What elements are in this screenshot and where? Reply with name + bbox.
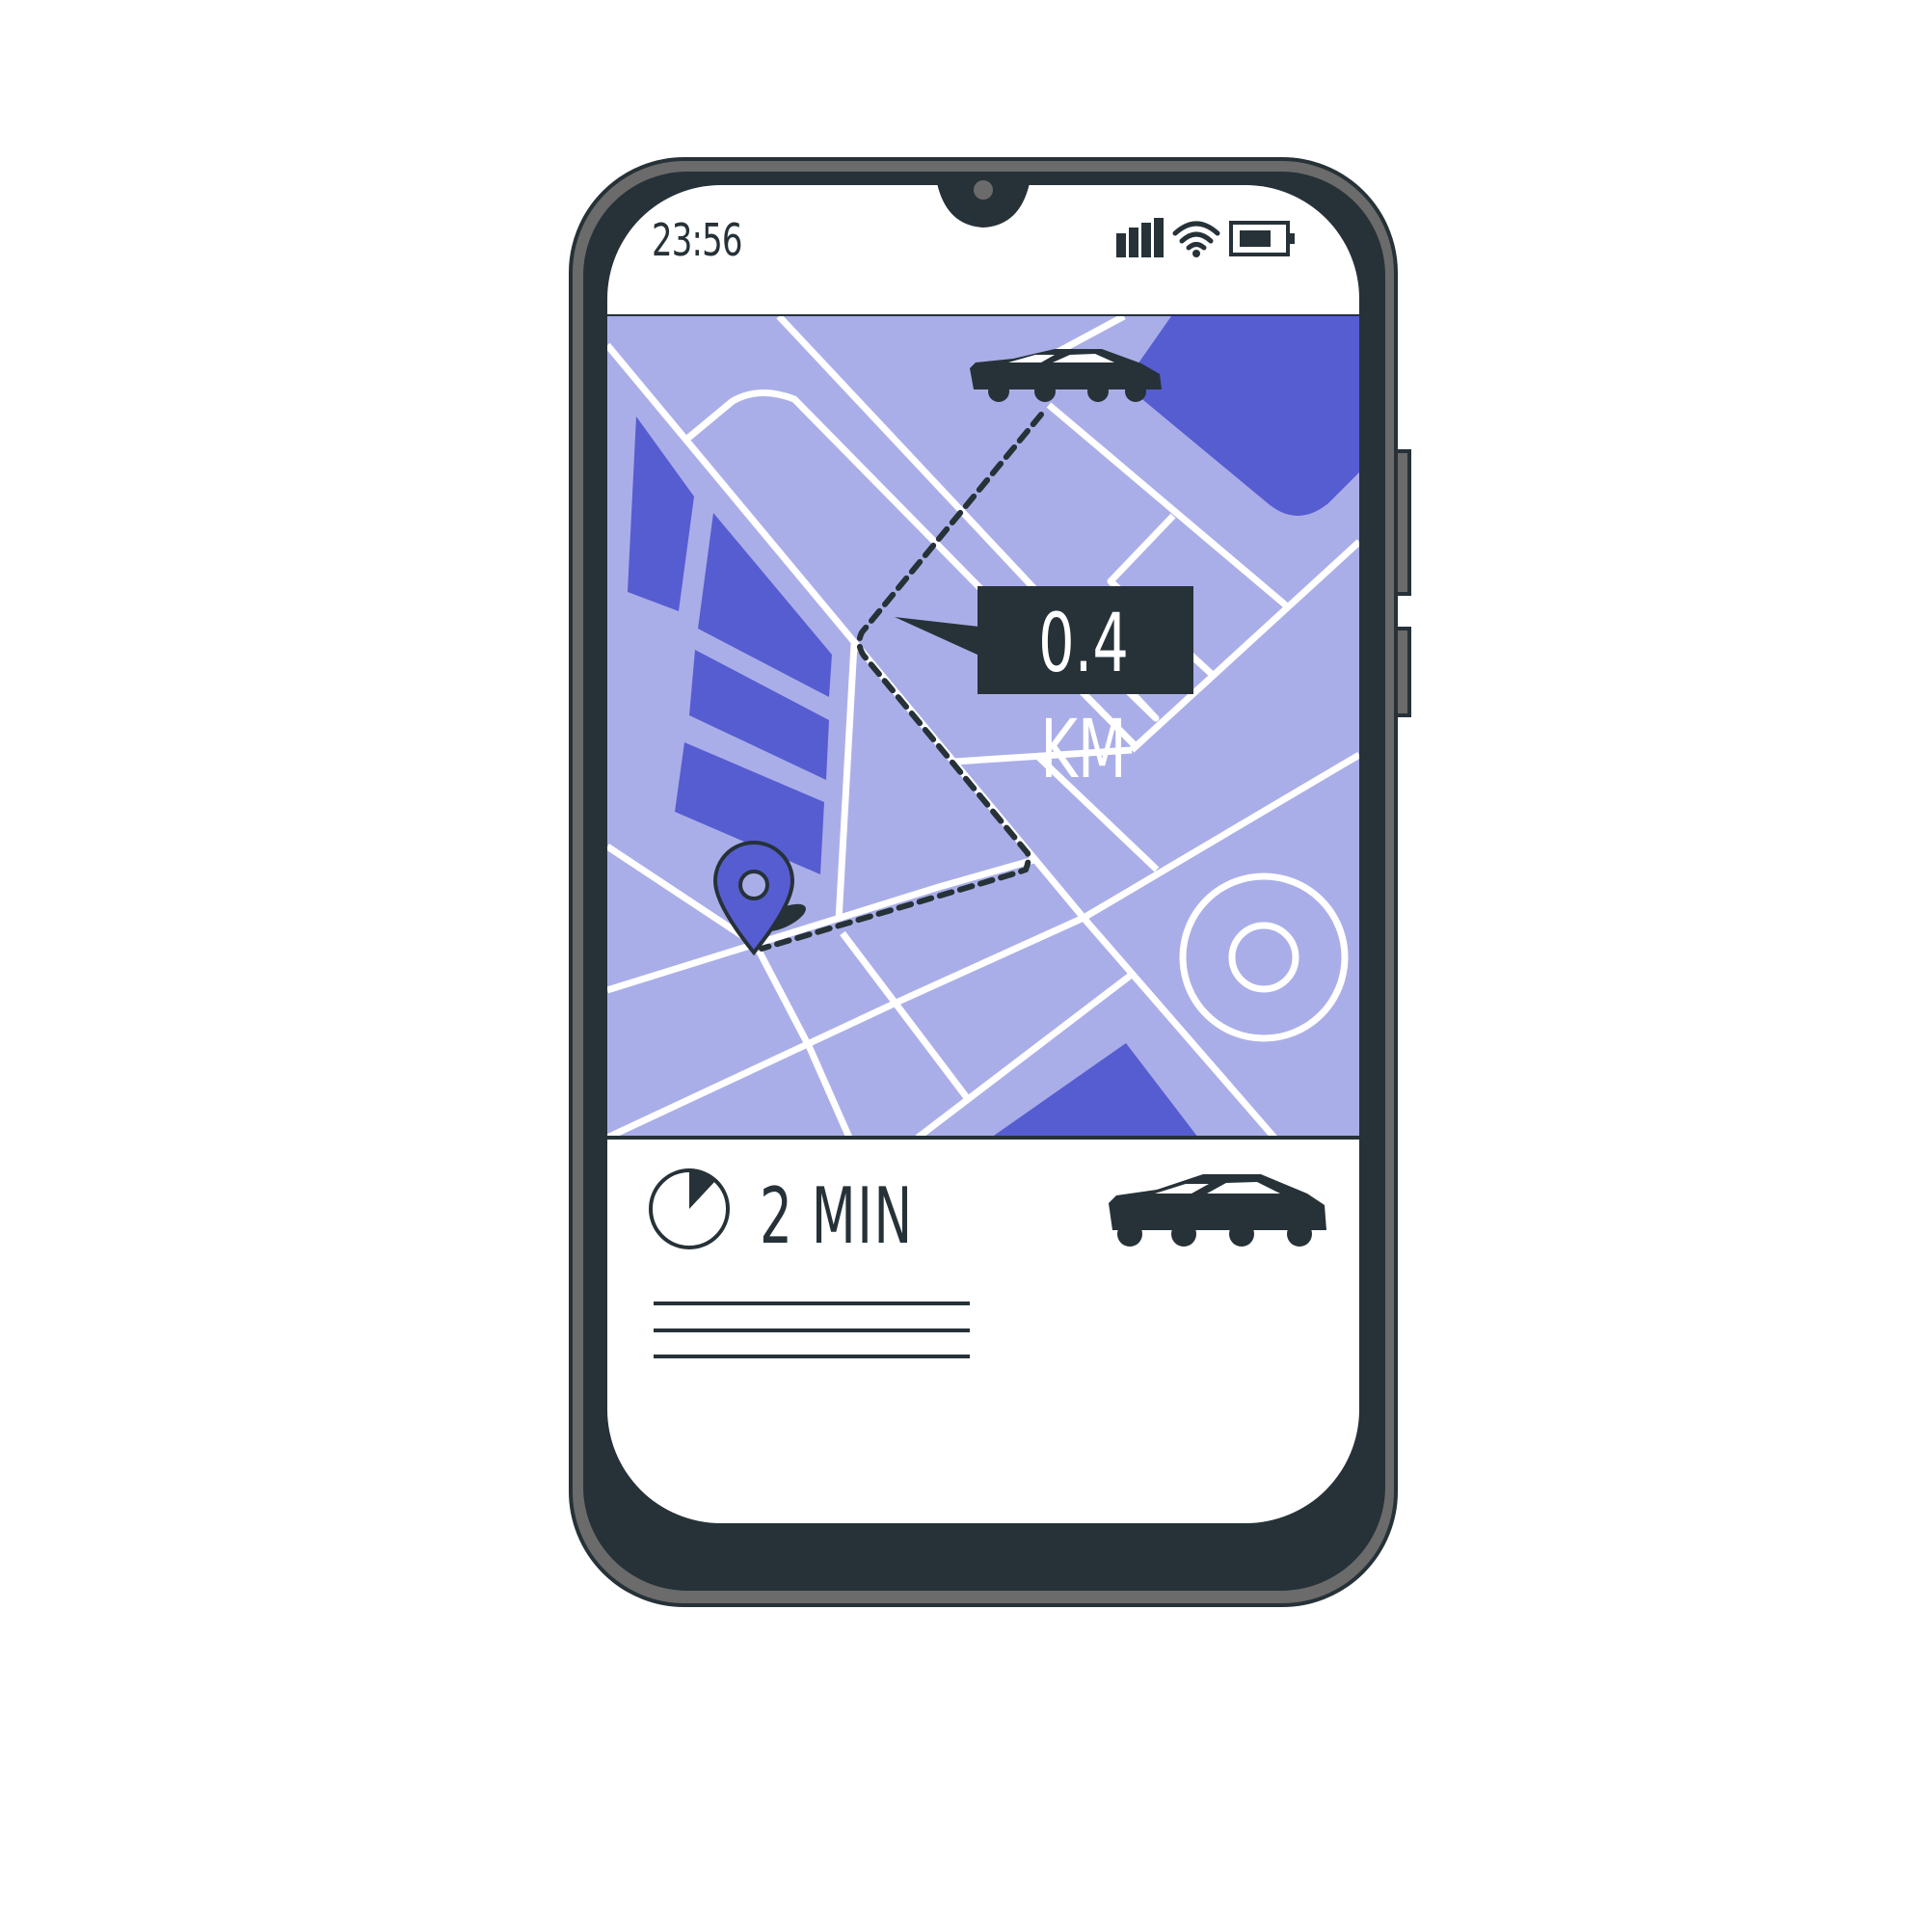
eta-label: 2 MIN <box>760 1171 914 1261</box>
camera <box>974 180 993 200</box>
clock-icon <box>649 1168 730 1249</box>
distance-label: 0.4 KM <box>1038 596 1129 796</box>
phone-illustration: 23:56 0.4 KM 2 MIN <box>0 0 1928 1928</box>
status-time: 23:56 <box>652 214 743 266</box>
map-view[interactable] <box>607 316 1359 1138</box>
phone-svg <box>569 157 1411 1607</box>
